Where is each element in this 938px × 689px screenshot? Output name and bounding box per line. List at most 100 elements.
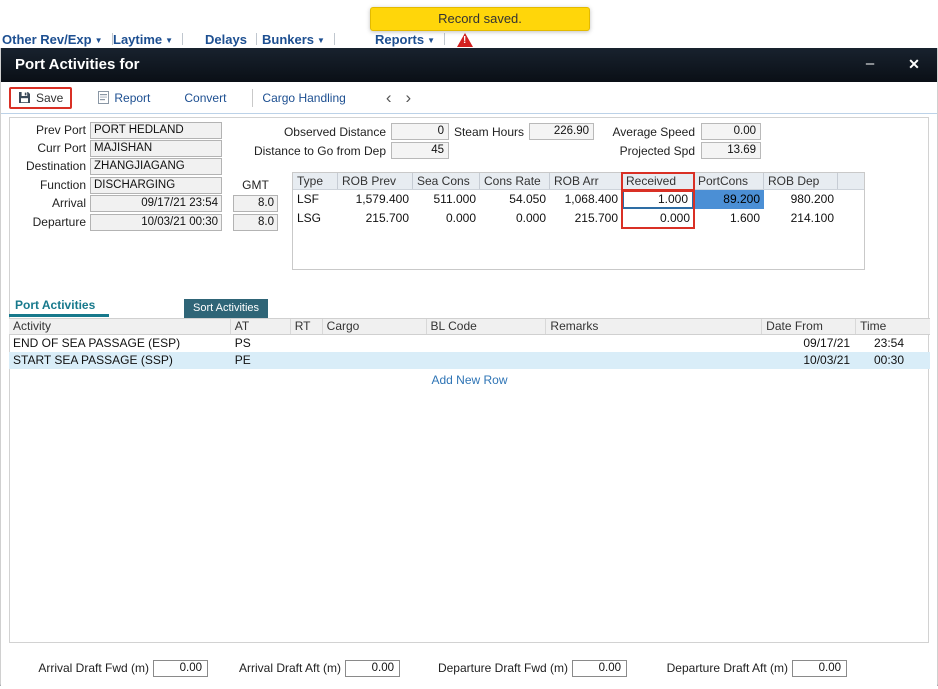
port-activities-dialog: Port Activities for – ✕ Save Report Conv… (0, 48, 938, 686)
convert-button[interactable]: Convert (184, 91, 226, 105)
report-icon (98, 91, 109, 104)
average-speed-field[interactable]: 0.00 (701, 123, 761, 140)
departure-draft-aft-label: Departure Draft Aft (m) (646, 660, 788, 677)
lsg-port-cons-cell[interactable]: 1.600 (694, 209, 764, 228)
arrival-datetime-field[interactable]: 09/17/21 23:54 (90, 195, 222, 212)
projected-spd-label: Projected Spd (601, 143, 695, 160)
gmt-label: GMT (233, 177, 278, 194)
bunker-row-lsf: LSF 1,579.400 511.000 54.050 1,068.400 1… (293, 190, 864, 209)
lsg-rob-arr-cell[interactable]: 215.700 (550, 209, 622, 228)
lsf-received-cell[interactable]: 1.000 (622, 190, 694, 209)
add-new-row-link[interactable]: Add New Row (9, 373, 930, 387)
prev-record-button[interactable]: ‹ (386, 91, 392, 105)
col-cons-rate: Cons Rate (480, 173, 550, 189)
bunker-table: Type ROB Prev Sea Cons Cons Rate ROB Arr… (292, 172, 865, 270)
bunker-header-row: Type ROB Prev Sea Cons Cons Rate ROB Arr… (293, 173, 864, 190)
col-date-from: Date From (762, 319, 856, 334)
bunker-row-lsg: LSG 215.700 0.000 0.000 215.700 0.000 1.… (293, 209, 864, 228)
departure-datetime-field[interactable]: 10/03/21 00:30 (90, 214, 222, 231)
col-filler (838, 173, 864, 189)
arrival-draft-fwd-field[interactable]: 0.00 (153, 660, 208, 677)
next-record-button[interactable]: › (405, 91, 411, 105)
lsf-type-cell[interactable]: LSF (293, 190, 338, 209)
activity-row[interactable]: END OF SEA PASSAGE (ESP) PS 09/17/21 23:… (9, 335, 930, 352)
col-rob-prev: ROB Prev (338, 173, 413, 189)
lsf-rob-dep-cell[interactable]: 980.200 (764, 190, 838, 209)
menu-item-reports[interactable]: Reports▼ (375, 31, 435, 49)
save-button[interactable]: Save (9, 87, 72, 109)
activity-row[interactable]: START SEA PASSAGE (SSP) PE 10/03/21 00:3… (9, 352, 930, 369)
menu-item-other-rev-exp[interactable]: Other Rev/Exp▼ (2, 31, 103, 49)
dialog-title: Port Activities for (15, 48, 139, 82)
lsf-cons-rate-cell[interactable]: 54.050 (480, 190, 550, 209)
arrival-draft-aft-label: Arrival Draft Aft (m) (223, 660, 341, 677)
lsg-sea-cons-cell[interactable]: 0.000 (413, 209, 480, 228)
col-rob-arr: ROB Arr (550, 173, 622, 189)
departure-draft-aft-field[interactable]: 0.00 (792, 660, 847, 677)
arrival-label: Arrival (1, 195, 86, 212)
departure-draft-fwd-label: Departure Draft Fwd (m) (426, 660, 568, 677)
average-speed-label: Average Speed (601, 124, 695, 141)
dialog-titlebar: Port Activities for – ✕ (1, 48, 937, 82)
toolbar-divider (252, 89, 253, 107)
col-cargo: Cargo (323, 319, 427, 334)
minimize-button[interactable]: – (855, 48, 885, 80)
function-field[interactable]: DISCHARGING (90, 177, 222, 194)
function-label: Function (1, 177, 86, 194)
col-at: AT (231, 319, 291, 334)
tab-sort-activities[interactable]: Sort Activities (184, 299, 268, 318)
col-activity: Activity (9, 319, 231, 334)
col-time: Time (856, 319, 930, 334)
lsf-sea-cons-cell[interactable]: 511.000 (413, 190, 480, 209)
observed-distance-label: Observed Distance (256, 124, 386, 141)
steam-hours-field[interactable]: 226.90 (529, 123, 594, 140)
lsg-cons-rate-cell[interactable]: 0.000 (480, 209, 550, 228)
tab-port-activities[interactable]: Port Activities (15, 298, 95, 312)
cargo-handling-button[interactable]: Cargo Handling (262, 91, 345, 105)
chevron-down-icon: ▼ (95, 36, 103, 45)
arrival-draft-aft-field[interactable]: 0.00 (345, 660, 400, 677)
departure-gmt-field[interactable]: 8.0 (233, 214, 278, 231)
report-button[interactable]: Report (98, 91, 150, 105)
toolbar: Save Report Convert Cargo Handling ‹ › (1, 82, 937, 114)
departure-draft-fwd-field[interactable]: 0.00 (572, 660, 627, 677)
distance-to-go-field[interactable]: 45 (391, 142, 449, 159)
close-icon[interactable]: ✕ (899, 48, 929, 80)
menu-item-laytime[interactable]: Laytime▼ (113, 31, 173, 49)
col-rob-dep: ROB Dep (764, 173, 838, 189)
col-type: Type (293, 173, 338, 189)
col-received: Received (622, 173, 694, 189)
menu-item-delays[interactable]: Delays (205, 31, 247, 48)
destination-label: Destination (1, 158, 86, 175)
lsg-rob-prev-cell[interactable]: 215.700 (338, 209, 413, 228)
lsf-rob-arr-cell[interactable]: 1,068.400 (550, 190, 622, 209)
active-tab-underline (9, 314, 109, 317)
col-sea-cons: Sea Cons (413, 173, 480, 189)
toast-notification: Record saved. (370, 7, 590, 31)
curr-port-field[interactable]: MAJISHAN (90, 140, 222, 157)
chevron-down-icon: ▼ (165, 36, 173, 45)
departure-label: Departure (1, 214, 86, 231)
lsf-port-cons-cell[interactable]: 89.200 (694, 190, 764, 209)
prev-port-label: Prev Port (1, 122, 86, 139)
projected-spd-field[interactable]: 13.69 (701, 142, 761, 159)
prev-port-field[interactable]: PORT HEDLAND (90, 122, 222, 139)
lsf-rob-prev-cell[interactable]: 1,579.400 (338, 190, 413, 209)
arrival-draft-fwd-label: Arrival Draft Fwd (m) (29, 660, 149, 677)
col-port-cons: PortCons (694, 173, 764, 189)
destination-field[interactable]: ZHANGJIAGANG (90, 158, 222, 175)
warning-icon (457, 33, 473, 47)
col-remarks: Remarks (546, 319, 762, 334)
screen: Other Rev/Exp▼ Laytime▼ Delays Bunkers▼ … (0, 0, 938, 689)
lsg-type-cell[interactable]: LSG (293, 209, 338, 228)
lsg-received-cell[interactable]: 0.000 (622, 209, 694, 228)
save-icon (18, 91, 31, 104)
chevron-down-icon: ▼ (427, 36, 435, 45)
col-bl-code: BL Code (427, 319, 547, 334)
curr-port-label: Curr Port (1, 140, 86, 157)
chevron-down-icon: ▼ (317, 36, 325, 45)
lsg-rob-dep-cell[interactable]: 214.100 (764, 209, 838, 228)
dialog-content: Prev Port PORT HEDLAND Curr Port MAJISHA… (1, 114, 937, 686)
menu-item-bunkers[interactable]: Bunkers▼ (262, 31, 325, 49)
arrival-gmt-field[interactable]: 8.0 (233, 195, 278, 212)
